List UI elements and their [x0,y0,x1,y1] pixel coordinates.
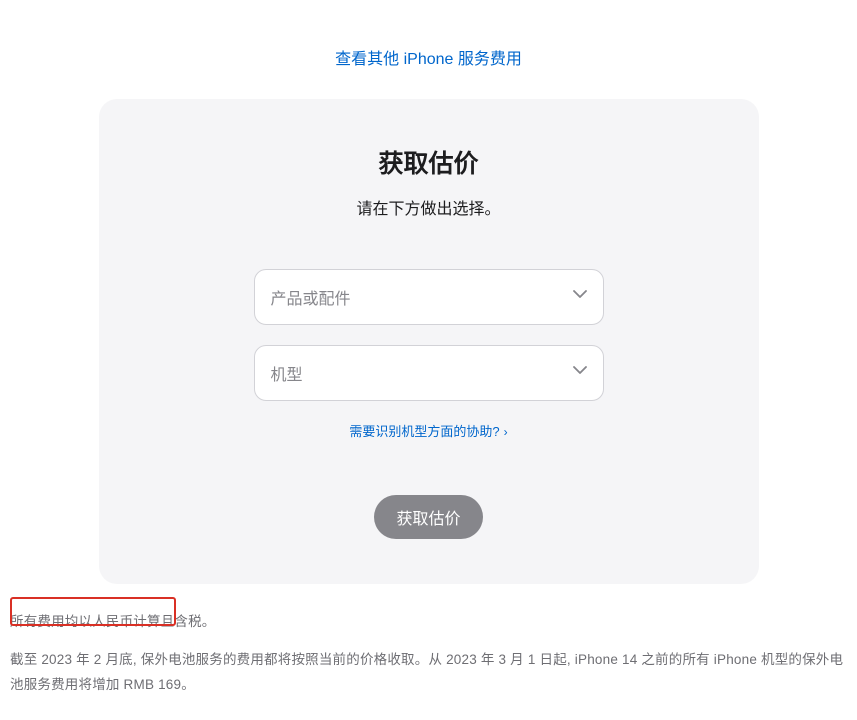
estimate-card: 获取估价 请在下方做出选择。 产品或配件 机型 需要识别机型方面的协助? › 获取… [99,99,759,584]
footer-line-2: 截至 2023 年 2 月底, 保外电池服务的费用都将按照当前的价格收取。从 2… [10,647,847,698]
product-select[interactable]: 产品或配件 [254,269,604,325]
model-select-wrapper: 机型 [254,345,604,401]
get-estimate-button[interactable]: 获取估价 [374,495,482,539]
model-select[interactable]: 机型 [254,345,604,401]
footer-line-1: 所有费用均以人民币计算且含税。 [10,609,847,635]
footer-text: 所有费用均以人民币计算且含税。 截至 2023 年 2 月底, 保外电池服务的费… [10,584,847,698]
help-link-text: 需要识别机型方面的协助? [349,424,499,439]
chevron-down-icon [573,290,587,304]
card-title: 获取估价 [159,144,699,180]
product-select-wrapper: 产品或配件 [254,269,604,325]
top-link-container: 查看其他 iPhone 服务费用 [10,5,847,99]
view-other-fees-link[interactable]: 查看其他 iPhone 服务费用 [335,51,522,68]
chevron-right-icon: › [504,425,508,439]
help-identify-link[interactable]: 需要识别机型方面的协助? › [159,421,699,440]
product-select-label: 产品或配件 [271,285,351,309]
card-subtitle: 请在下方做出选择。 [159,195,699,219]
chevron-down-icon [573,366,587,380]
model-select-label: 机型 [271,361,303,385]
